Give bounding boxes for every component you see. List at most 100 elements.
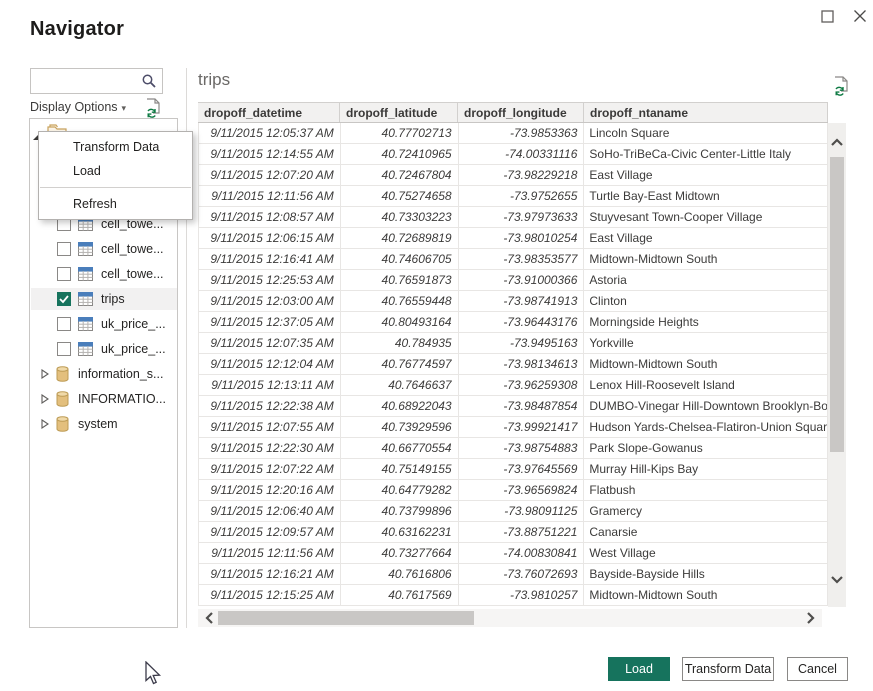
search-icon — [141, 73, 157, 89]
cancel-button[interactable]: Cancel — [787, 657, 848, 681]
table-row: 9/11/2015 12:08:57 AM40.73303223-73.9797… — [199, 207, 828, 228]
data-preview-grid: dropoff_datetimedropoff_latitudedropoff_… — [198, 102, 846, 606]
table-cell: -73.99921417 — [459, 417, 585, 437]
restore-window-icon[interactable] — [820, 8, 836, 24]
menu-separator — [40, 187, 191, 188]
table-cell: 40.64779282 — [341, 480, 459, 500]
table-cell: Flatbush — [584, 480, 828, 500]
table-cell: -73.97973633 — [459, 207, 585, 227]
table-row: 9/11/2015 12:07:20 AM40.72467804-73.9822… — [199, 165, 828, 186]
close-icon[interactable] — [852, 8, 868, 24]
table-cell: West Village — [584, 543, 828, 563]
table-row: 9/11/2015 12:11:56 AM40.75274658-73.9752… — [199, 186, 828, 207]
unchecked-checkbox[interactable] — [57, 342, 71, 356]
table-cell: 40.7617569 — [341, 585, 459, 605]
table-cell: -74.00830841 — [459, 543, 585, 563]
table-cell: Park Slope-Gowanus — [584, 438, 828, 458]
collapsed-caret-icon[interactable] — [41, 419, 53, 429]
table-row: 9/11/2015 12:22:30 AM40.66770554-73.9875… — [199, 438, 828, 459]
tree-item-information-s[interactable]: information_s... — [31, 363, 177, 385]
table-cell: 40.73799896 — [341, 501, 459, 521]
table-row: 9/11/2015 12:12:04 AM40.76774597-73.9813… — [199, 354, 828, 375]
table-row: 9/11/2015 12:37:05 AM40.80493164-73.9644… — [199, 312, 828, 333]
table-cell: 40.63162231 — [341, 522, 459, 542]
collapsed-caret-icon[interactable] — [41, 394, 53, 404]
collapsed-caret-icon[interactable] — [41, 369, 53, 379]
scroll-right-icon[interactable] — [806, 611, 816, 625]
table-cell: -73.98229218 — [459, 165, 585, 185]
table-cell: 40.73929596 — [341, 417, 459, 437]
table-cell: Clinton — [584, 291, 828, 311]
menu-item-load[interactable]: Load — [39, 159, 192, 183]
horizontal-scrollbar[interactable] — [198, 609, 822, 627]
table-cell: -73.98010254 — [459, 228, 585, 248]
unchecked-checkbox[interactable] — [57, 242, 71, 256]
table-cell: 9/11/2015 12:14:55 AM — [199, 144, 341, 164]
table-row: 9/11/2015 12:05:37 AM40.77702713-73.9853… — [199, 123, 828, 144]
tree-item-uk-price[interactable]: uk_price_... — [31, 313, 177, 335]
unchecked-checkbox[interactable] — [57, 267, 71, 281]
refresh-list-icon[interactable] — [144, 98, 162, 118]
table-cell: 9/11/2015 12:11:56 AM — [199, 186, 341, 206]
table-cell: 9/11/2015 12:03:00 AM — [199, 291, 341, 311]
table-cell: Astoria — [584, 270, 828, 290]
load-button[interactable]: Load — [608, 657, 670, 681]
vertical-scrollbar[interactable] — [828, 123, 846, 607]
refresh-preview-icon[interactable] — [832, 76, 850, 96]
table-cell: 9/11/2015 12:25:53 AM — [199, 270, 341, 290]
display-options-dropdown[interactable]: Display Options ▾ — [30, 100, 126, 114]
table-row: 9/11/2015 12:13:11 AM40.7646637-73.96259… — [199, 375, 828, 396]
table-cell: 9/11/2015 12:07:20 AM — [199, 165, 341, 185]
transform-data-button[interactable]: Transform Data — [682, 657, 774, 681]
table-cell: 40.72467804 — [341, 165, 459, 185]
tree-item-cell-towe[interactable]: cell_towe... — [31, 263, 177, 285]
table-cell: 9/11/2015 12:37:05 AM — [199, 312, 341, 332]
database-icon — [55, 416, 70, 432]
vertical-scroll-thumb[interactable] — [830, 157, 844, 452]
table-cell: 40.77702713 — [341, 123, 459, 143]
table-cell: 9/11/2015 12:15:25 AM — [199, 585, 341, 605]
tree-item-label: trips — [101, 292, 125, 306]
chevron-down-icon: ▾ — [122, 103, 127, 113]
column-header-dropoff_longitude[interactable]: dropoff_longitude — [458, 103, 584, 122]
menu-item-refresh[interactable]: Refresh — [39, 192, 192, 216]
table-cell: -73.96259308 — [459, 375, 585, 395]
tree-item-uk-price[interactable]: uk_price_... — [31, 338, 177, 360]
menu-item-transform-data[interactable]: Transform Data — [39, 135, 192, 159]
scroll-up-icon[interactable] — [830, 137, 844, 147]
tree-item-label: system — [78, 417, 118, 431]
checked-checkbox[interactable] — [57, 292, 71, 306]
table-cell: 9/11/2015 12:16:21 AM — [199, 564, 341, 584]
table-row: 9/11/2015 12:22:38 AM40.68922043-73.9848… — [199, 396, 828, 417]
column-header-dropoff_datetime[interactable]: dropoff_datetime — [198, 103, 340, 122]
table-cell: Lincoln Square — [584, 123, 828, 143]
table-cell: Yorkville — [584, 333, 828, 353]
unchecked-checkbox[interactable] — [57, 317, 71, 331]
search-input[interactable] — [35, 70, 140, 92]
column-header-dropoff_latitude[interactable]: dropoff_latitude — [340, 103, 458, 122]
table-row: 9/11/2015 12:06:15 AM40.72689819-73.9801… — [199, 228, 828, 249]
display-options-label: Display Options — [30, 100, 118, 114]
tree-item-trips[interactable]: trips — [31, 288, 177, 310]
tree-item-informatio[interactable]: INFORMATIO... — [31, 388, 177, 410]
scroll-down-icon[interactable] — [830, 575, 844, 585]
table-cell: Gramercy — [584, 501, 828, 521]
table-cell: 40.76591873 — [341, 270, 459, 290]
table-cell: East Village — [584, 165, 828, 185]
column-header-dropoff_ntaname[interactable]: dropoff_ntaname — [584, 103, 828, 122]
table-row: 9/11/2015 12:07:35 AM40.784935-73.949516… — [199, 333, 828, 354]
table-icon — [78, 317, 93, 331]
search-box[interactable] — [30, 68, 163, 94]
horizontal-scroll-thumb[interactable] — [218, 611, 474, 625]
dialog-title: Navigator — [30, 18, 124, 41]
tree-item-label: uk_price_... — [101, 342, 166, 356]
table-cell: 40.76559448 — [341, 291, 459, 311]
table-cell: 9/11/2015 12:05:37 AM — [199, 123, 341, 143]
mouse-cursor — [142, 661, 162, 687]
scroll-left-icon[interactable] — [204, 611, 214, 625]
tree-item-cell-towe[interactable]: cell_towe... — [31, 238, 177, 260]
tree-item-system[interactable]: system — [31, 413, 177, 435]
table-cell: -73.91000366 — [459, 270, 585, 290]
table-cell: -73.9495163 — [459, 333, 585, 353]
table-cell: Lenox Hill-Roosevelt Island — [584, 375, 828, 395]
